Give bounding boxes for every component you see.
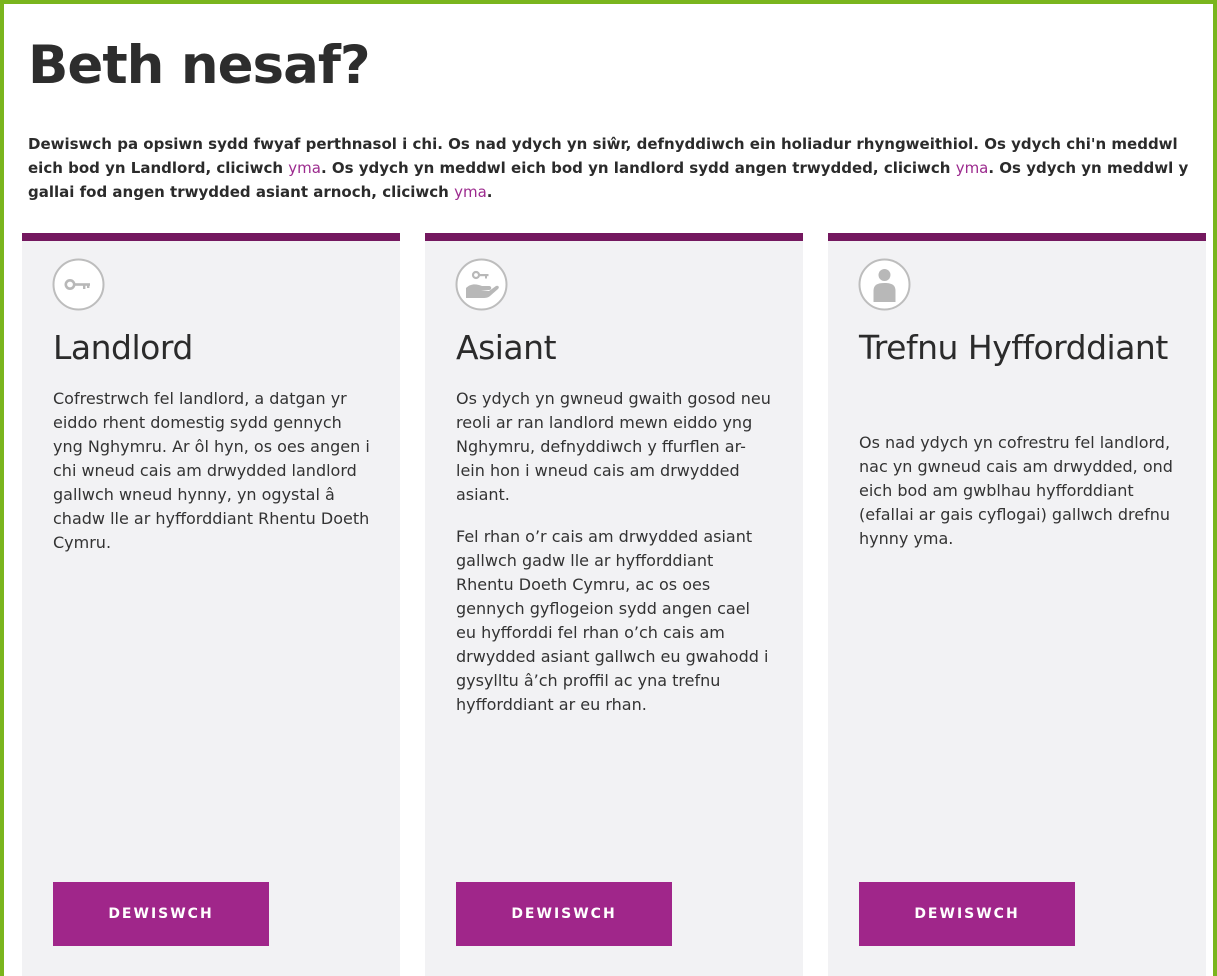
card-title: Landlord [53,328,193,367]
card-title: Trefnu Hyfforddiant [859,328,1168,367]
intro-text-part: . [486,183,493,201]
option-card-landlord: Landlord Cofrestrwch fel landlord, a dat… [22,233,400,976]
agent-licence-here-link[interactable]: yma [454,183,487,201]
card-description: Os nad ydych yn cofrestru fel landlord, … [859,431,1181,569]
person-icon [858,258,911,311]
key-icon [52,258,105,311]
card-paragraph: Fel rhan o’r cais am drwydded asiant gal… [456,527,769,714]
card-paragraph: Os ydych yn gwneud gwaith gosod neu reol… [456,389,771,504]
page-title: Beth nesaf? [28,35,371,96]
card-paragraph: Os nad ydych yn cofrestru fel landlord, … [859,433,1173,548]
card-description: Cofrestrwch fel landlord, a datgan yr ei… [53,387,371,573]
hand-key-icon [455,258,508,311]
option-card-agent: Asiant Os ydych yn gwneud gwaith gosod n… [425,233,803,976]
intro-text-part: . Os ydych yn meddwl eich bod yn landlor… [320,159,956,177]
licence-here-link[interactable]: yma [956,159,989,177]
choose-training-button[interactable]: DEWISWCH [859,882,1075,946]
choose-landlord-button[interactable]: DEWISWCH [53,882,269,946]
card-description: Os ydych yn gwneud gwaith gosod neu reol… [456,387,774,735]
landlord-here-link[interactable]: yma [288,159,321,177]
intro-text: Dewiswch pa opsiwn sydd fwyaf perthnasol… [28,132,1198,204]
choose-agent-button[interactable]: DEWISWCH [456,882,672,946]
option-card-training: Trefnu Hyfforddiant Os nad ydych yn cofr… [828,233,1206,976]
card-paragraph: Cofrestrwch fel landlord, a datgan yr ei… [53,389,370,552]
card-title: Asiant [456,328,557,367]
